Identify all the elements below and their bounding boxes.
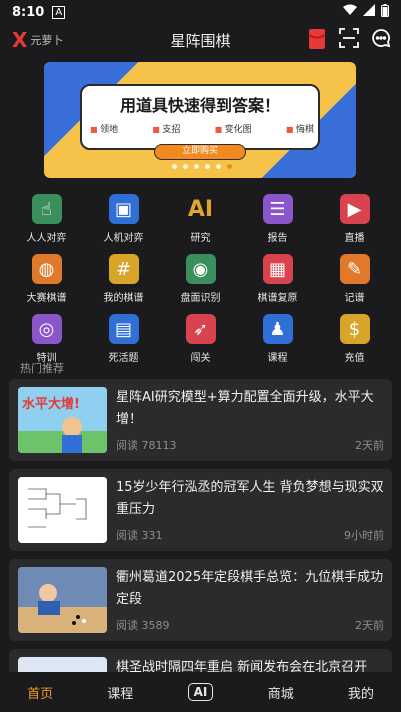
grid-item-label: 课程 xyxy=(267,353,288,364)
bottom-nav: 首页 课程 AI 商城 我的 xyxy=(0,672,401,712)
grid-item-label: 棋谱复原 xyxy=(257,293,298,304)
nav-ai[interactable]: AI xyxy=(160,683,240,701)
money-bag-icon: $ xyxy=(339,314,370,344)
video-camera-icon: ▶ xyxy=(339,194,370,224)
news-title: 15岁少年行泓丞的冠军人生 背负梦想与现实双重压力 xyxy=(116,480,384,517)
buy-now-button[interactable]: 立即购买 xyxy=(154,144,246,160)
news-item[interactable]: 水平大增! 星阵AI研究模型+算力配置全面升级，水平大增！ 阅读 78113 2… xyxy=(9,379,392,461)
scan-icon[interactable] xyxy=(339,28,359,54)
news-reads: 阅读 331 xyxy=(116,529,163,542)
news-title: 星阵AI研究模型+算力配置全面升级，水平大增！ xyxy=(116,390,374,427)
grid-item-label: 盘面识别 xyxy=(180,293,221,304)
signal-icon xyxy=(363,4,375,20)
carousel-dot[interactable] xyxy=(194,164,199,169)
battery-icon xyxy=(381,3,389,21)
grid-item-0[interactable]: ☝ 人人对弈 xyxy=(8,194,85,244)
grid-item-label: 死活题 xyxy=(108,353,139,364)
notification-icon: A xyxy=(52,5,66,19)
wifi-icon xyxy=(343,4,357,20)
report-doc-icon: ☰ xyxy=(262,194,293,224)
status-time: 8:10 xyxy=(12,4,45,20)
camera-icon: ◉ xyxy=(185,254,216,284)
nav-home[interactable]: 首页 xyxy=(0,683,80,702)
nav-store[interactable]: 商城 xyxy=(241,683,321,702)
carousel-dot[interactable] xyxy=(172,164,177,169)
news-time: 2天前 xyxy=(355,619,384,632)
ai-icon: AI xyxy=(187,196,214,222)
feature-variation: 变化图 xyxy=(215,122,252,135)
grid-item-14[interactable]: $ 充值 xyxy=(316,314,393,364)
grid-item-5[interactable]: ◍ 大赛棋谱 xyxy=(8,254,85,304)
grid-item-13[interactable]: ♟ 课程 xyxy=(239,314,316,364)
carousel-dot[interactable] xyxy=(205,164,210,169)
grid-item-8[interactable]: ▦ 棋谱复原 xyxy=(239,254,316,304)
grid-item-label: 充值 xyxy=(344,353,365,364)
target-icon: ◎ xyxy=(31,314,62,344)
status-bar: 8:10 A xyxy=(0,0,401,24)
board-grid-icon: # xyxy=(108,254,139,284)
news-time: 9小时前 xyxy=(344,529,384,542)
grid-item-label: 人人对弈 xyxy=(26,233,67,244)
grid-item-label: 闯关 xyxy=(190,353,211,364)
news-reads: 阅读 3589 xyxy=(116,619,170,632)
grid-item-2[interactable]: AI 研究 xyxy=(162,194,239,245)
news-item[interactable]: 15岁少年行泓丞的冠军人生 背负梦想与现实双重压力 阅读 331 9小时前 xyxy=(9,469,392,551)
grid-item-1[interactable]: ▣ 人机对弈 xyxy=(85,194,162,244)
grid-item-10[interactable]: ◎ 特训 xyxy=(8,314,85,364)
section-title: 热门推荐 xyxy=(20,362,64,375)
nav-profile[interactable]: 我的 xyxy=(321,683,401,702)
grid-item-9[interactable]: ✎ 记谱 xyxy=(316,254,393,304)
grid-item-6[interactable]: # 我的棋谱 xyxy=(85,254,162,304)
ai-label: AI xyxy=(187,683,214,701)
book-icon: ▤ xyxy=(108,314,139,344)
nav-courses[interactable]: 课程 xyxy=(80,683,160,702)
promo-banner[interactable]: 用道具快速得到答案！ 领地 支招 变化图 悔棋 立即购买 xyxy=(44,62,356,178)
grid-item-4[interactable]: ▶ 直播 xyxy=(316,194,393,244)
hand-pointer-icon: ☝ xyxy=(31,194,62,224)
thumbnail-caption: 水平大增! xyxy=(22,397,80,412)
grid-item-label: 研究 xyxy=(190,233,211,244)
carousel-dot-active[interactable] xyxy=(227,164,232,169)
news-thumbnail xyxy=(18,567,107,633)
grid-item-label: 报告 xyxy=(267,233,288,244)
chat-icon[interactable] xyxy=(371,28,391,54)
banner-card: 用道具快速得到答案！ 领地 支招 变化图 悔棋 xyxy=(80,84,320,150)
grid-item-label: 记谱 xyxy=(344,293,365,304)
news-title: 衢州葛道2025年定段棋手总览：九位棋手成功定段 xyxy=(116,570,384,607)
grid-item-3[interactable]: ☰ 报告 xyxy=(239,194,316,244)
board-pen-icon: ✎ xyxy=(339,254,370,284)
teacher-icon: ♟ xyxy=(262,314,293,344)
news-item[interactable]: 衢州葛道2025年定段棋手总览：九位棋手成功定段 阅读 3589 2天前 xyxy=(9,559,392,641)
rocket-icon: ➶ xyxy=(185,314,216,344)
app-header: X 元萝卜 星阵围棋 xyxy=(0,24,401,56)
robot-screen-icon: ▣ xyxy=(108,194,139,224)
carousel-dot[interactable] xyxy=(183,164,188,169)
carousel-dot[interactable] xyxy=(216,164,221,169)
grid-item-label: 我的棋谱 xyxy=(103,293,144,304)
feature-territory: 领地 xyxy=(90,122,118,135)
news-reads: 阅读 78113 xyxy=(116,439,177,452)
feature-grid: ☝ 人人对弈 ▣ 人机对弈 AI 研究 ☰ 报告 ▶ 直播 ◍ 大赛棋谱 # 我的棋谱 ◉ 盘面识别 ▦ 棋谱复原… xyxy=(8,194,393,364)
carousel-dots xyxy=(172,164,232,169)
news-thumbnail xyxy=(18,477,107,543)
grid-item-label: 直播 xyxy=(344,233,365,244)
grid-item-label: 大赛棋谱 xyxy=(26,293,67,304)
banner-headline: 用道具快速得到答案！ xyxy=(119,96,280,115)
globe-board-icon: ◍ xyxy=(31,254,62,284)
banner-features: 领地 支招 变化图 悔棋 xyxy=(90,122,314,135)
grid-item-11[interactable]: ▤ 死活题 xyxy=(85,314,162,364)
grid-item-label: 人机对弈 xyxy=(103,233,144,244)
grid-item-12[interactable]: ➶ 闯关 xyxy=(162,314,239,364)
news-thumbnail: 水平大增! xyxy=(18,387,107,453)
board-camera-icon: ▦ xyxy=(262,254,293,284)
grid-item-7[interactable]: ◉ 盘面识别 xyxy=(162,254,239,304)
feature-hint: 支招 xyxy=(152,122,180,135)
feature-undo: 悔棋 xyxy=(286,122,314,135)
news-time: 2天前 xyxy=(355,439,384,452)
red-envelope-icon[interactable] xyxy=(307,28,327,54)
